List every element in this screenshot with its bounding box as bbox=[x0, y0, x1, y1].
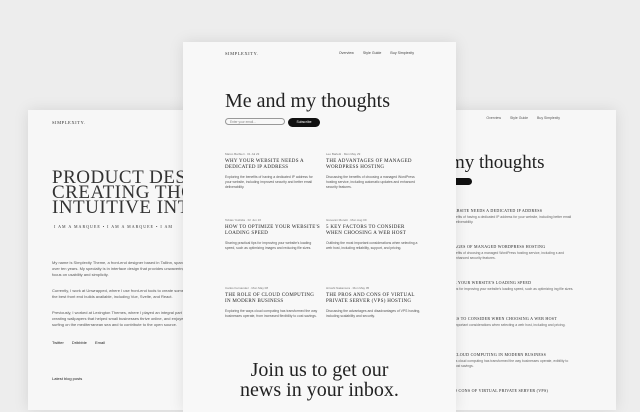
blog-post-card[interactable]: Carlos Fernandez · Mon May 08 THE ROLE O… bbox=[225, 286, 320, 319]
post-meta: Leo Barletti · Mon May 29 bbox=[326, 152, 361, 156]
email-link[interactable]: Email bbox=[95, 340, 105, 345]
post-description: ys cloud computing has transformed the w… bbox=[454, 359, 569, 368]
subscribe-button[interactable]: Subscribe bbox=[288, 118, 320, 127]
twitter-link[interactable]: Twitter bbox=[52, 340, 64, 345]
list-item[interactable]: AGES OF MANAGED WORDPRESS HOSTING nefits … bbox=[454, 244, 574, 261]
site-logo[interactable]: SIMPLEXITY. bbox=[52, 120, 85, 125]
post-meta: Hiroshi Nakamura · Mon May 05 bbox=[326, 286, 370, 290]
post-description: Discussing the advantages and disadvanta… bbox=[326, 308, 421, 318]
list-item[interactable]: CLOUD COMPUTING IN MODERN BUSINESS ys clo… bbox=[454, 352, 574, 369]
latest-posts-heading: Latest blog posts bbox=[52, 376, 83, 381]
blog-post-card[interactable]: Marco Barbieri · 01 Jul 23 WHY YOUR WEBS… bbox=[225, 152, 320, 190]
list-item[interactable]: RS TO CONSIDER WHEN CHOOSING A WEB HOST i… bbox=[454, 316, 574, 328]
post-description: nefits of choosing a managed WordPress h… bbox=[454, 251, 565, 260]
post-description: Discussing the benefits of choosing a ma… bbox=[326, 174, 415, 189]
nav-buy[interactable]: Buy Simplexity bbox=[537, 116, 560, 120]
site-logo[interactable]: SIMPLEXITY. bbox=[225, 51, 258, 56]
nav-style-guide[interactable]: Style Guide bbox=[510, 116, 528, 120]
post-title[interactable]: WHY YOUR WEBSITE NEEDS A DEDICATED IP AD… bbox=[225, 159, 320, 172]
post-title: CLOUD COMPUTING IN MODERN BUSINESS bbox=[454, 352, 547, 357]
top-nav: Overview Style Guide Buy Simplexity bbox=[331, 51, 414, 55]
dribbble-link[interactable]: Dribbble bbox=[72, 340, 87, 345]
post-meta: Carlos Fernandez · Mon May 08 bbox=[225, 286, 269, 290]
nav-overview[interactable]: Overview bbox=[339, 51, 354, 55]
post-meta: Giovanni Moretti · Mon Aug 09 bbox=[326, 218, 367, 222]
post-title: AGES OF MANAGED WORDPRESS HOSTING bbox=[454, 244, 546, 249]
blog-post-card[interactable]: Leo Barletti · Mon May 29 THE ADVANTAGES… bbox=[326, 152, 421, 190]
post-description: Outlining the most important considerati… bbox=[326, 240, 418, 250]
top-nav: Overview Style Guide Buy Simplexity bbox=[478, 116, 560, 120]
post-title: D CONS OF VIRTUAL PRIVATE SERVER (VPS) bbox=[454, 388, 549, 393]
marquee-text: I AM A MARQUEE • I AM A MARQUEE • I AM bbox=[54, 224, 173, 229]
newsletter-line: Join us to get our bbox=[250, 359, 389, 381]
blog-post-card[interactable]: Giovanni Moretti · Mon Aug 09 5 KEY FACT… bbox=[326, 218, 421, 251]
post-title: EBSITE NEEDS A DEDICATED IP ADDRESS bbox=[454, 208, 543, 213]
bio-paragraph: My name is Simplexity Theme, a front-end… bbox=[52, 260, 191, 277]
nav-overview[interactable]: Overview bbox=[486, 116, 501, 120]
bio-paragraph: Currently, I work at Unwrapped, where I … bbox=[52, 288, 189, 299]
post-description: important considerations when selecting … bbox=[454, 323, 566, 327]
center-page-preview: SIMPLEXITY. Overview Style Guide Buy Sim… bbox=[183, 42, 456, 412]
newsletter-line: news in your inbox. bbox=[240, 379, 399, 401]
page-title: my thoughts bbox=[450, 152, 545, 173]
blog-post-card[interactable]: Tobias Yoshida · Fri Jun 16 HOW TO OPTIM… bbox=[225, 218, 320, 251]
post-description: ips for improving your website's loading… bbox=[454, 287, 574, 291]
post-meta: Tobias Yoshida · Fri Jun 16 bbox=[225, 218, 262, 222]
post-description: Sharing practical tips for improving you… bbox=[225, 240, 312, 250]
page-title: Me and my thoughts bbox=[225, 90, 390, 112]
post-title[interactable]: HOW TO OPTIMIZE YOUR WEBSITE'S LOADING S… bbox=[225, 225, 320, 238]
list-item[interactable]: E YOUR WEBSITE'S LOADING SPEED ips for im… bbox=[454, 280, 574, 292]
post-title[interactable]: THE PROS AND CONS OF VIRTUAL PRIVATE SER… bbox=[326, 293, 421, 306]
blog-post-card[interactable]: Hiroshi Nakamura · Mon May 05 THE PROS A… bbox=[326, 286, 421, 319]
post-meta: Marco Barbieri · 01 Jul 23 bbox=[225, 152, 260, 156]
post-title[interactable]: 5 KEY FACTORS TO CONSIDER WHEN CHOOSING … bbox=[326, 225, 421, 238]
list-item[interactable]: D CONS OF VIRTUAL PRIVATE SERVER (VPS) bbox=[454, 388, 574, 395]
newsletter-heading: Join us to get our news in your inbox. bbox=[183, 360, 456, 400]
social-links: Twitter Dribbble Email bbox=[52, 340, 112, 345]
post-title: E YOUR WEBSITE'S LOADING SPEED bbox=[454, 280, 532, 285]
nav-buy[interactable]: Buy Simplexity bbox=[390, 51, 414, 55]
list-item[interactable]: EBSITE NEEDS A DEDICATED IP ADDRESS nefit… bbox=[454, 208, 574, 225]
bio-paragraph: Previously, I worked at Lexington Themes… bbox=[52, 310, 187, 327]
nav-style-guide[interactable]: Style Guide bbox=[363, 51, 382, 55]
post-description: nefits of having a dedicated IP address … bbox=[454, 215, 572, 224]
post-title[interactable]: THE ADVANTAGES OF MANAGED WORDPRESS HOST… bbox=[326, 159, 421, 172]
post-title: RS TO CONSIDER WHEN CHOOSING A WEB HOST bbox=[454, 316, 558, 321]
email-field[interactable]: Enter your email... bbox=[225, 118, 285, 125]
post-description: Exploring the ways cloud computing has t… bbox=[225, 308, 318, 318]
post-description: Exploring the benefits of having a dedic… bbox=[225, 174, 313, 189]
post-title[interactable]: THE ROLE OF CLOUD COMPUTING IN MODERN BU… bbox=[225, 293, 320, 306]
